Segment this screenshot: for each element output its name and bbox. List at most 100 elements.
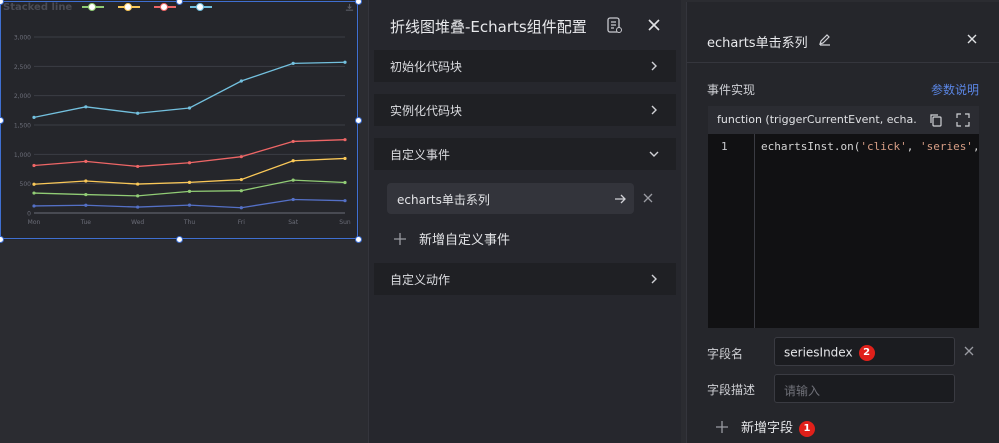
editor-toolbar: function (triggerCurrentEvent, echa... [708,106,979,134]
legend-item[interactable] [118,3,140,11]
series-point [136,182,140,186]
series-point [343,156,347,161]
chart-title: Stacked line [3,2,73,13]
x-tick-label: Sat [288,219,298,226]
copy-icon[interactable] [929,113,943,127]
code-string: 'series' [919,140,973,153]
resize-handle[interactable] [355,0,362,5]
code-token: , [973,140,977,153]
section-label: 自定义事件 [390,148,451,162]
series-point [84,159,88,163]
field-name-label: 字段名 [707,347,744,361]
y-tick-label: 1,500 [14,123,31,130]
delete-event-icon[interactable] [641,191,655,205]
chart-legend [82,3,212,11]
code-string: 'click' [860,140,907,153]
close-icon[interactable] [643,14,665,36]
series-point [239,189,243,193]
line-gutter: 1 [708,134,755,328]
add-event-label: 新增自定义事件 [419,233,511,248]
step-badge-2: 2 [858,345,875,361]
series-point [84,179,88,183]
section-custom-actions[interactable]: 自定义动作 [374,263,676,295]
series-point [84,192,88,197]
chevron-right-icon [651,61,657,71]
x-tick-label: Tue [80,219,92,226]
series-point [291,159,295,163]
section-label: 实例化代码块 [390,104,463,118]
series-point [32,182,36,186]
function-signature: function (triggerCurrentEvent, echa... [717,113,917,126]
step-badge-1: 1 [799,420,816,437]
section-init-code[interactable]: 初始化代码块 [374,50,676,82]
x-tick-label: Sun [339,219,351,226]
series-point [136,194,140,198]
field-desc-placeholder: 请输入 [784,384,821,398]
document-icon[interactable] [605,16,623,34]
series-point [32,115,36,119]
resize-handle[interactable] [355,236,362,243]
field-desc-input[interactable]: 请输入 [774,374,955,403]
resize-handle[interactable] [176,236,183,243]
event-impl-label: 事件实现 [707,83,756,97]
param-doc-link[interactable]: 参数说明 [931,81,979,98]
chart-preview[interactable]: 0 500 1,000 1,500 2,000 2,500 3,000 Mon Tue Wed T… [0,0,362,243]
series-point [291,178,295,182]
section-label: 初始化代码块 [390,60,463,74]
series-point [343,60,347,64]
legend-item[interactable] [82,3,104,11]
series-point [239,155,243,159]
section-custom-events[interactable]: 自定义事件 [374,138,676,170]
series-point [136,111,140,115]
arrow-right-icon[interactable] [613,192,627,206]
resize-handle[interactable] [0,236,4,243]
x-tick-label: Fri [238,219,245,226]
series-point [239,177,243,182]
series-point [32,163,36,168]
y-tick-label: 500 [20,181,32,188]
legend-swatch [190,3,212,11]
edit-icon[interactable] [818,32,832,46]
field-desc-label: 字段描述 [707,383,756,397]
series-point [343,180,347,185]
series-point [291,139,295,144]
series-point [343,138,347,142]
section-instance-code[interactable]: 实例化代码块 [374,94,676,126]
series-point [187,106,192,110]
add-custom-event-button[interactable]: 新增自定义事件 [393,229,510,248]
add-field-button[interactable]: 新增字段 1 [715,417,816,437]
custom-event-item[interactable]: echarts单击系列 [387,183,634,214]
series-point [239,206,243,210]
code-token: echartsInst.on( [761,140,861,153]
field-name-input[interactable]: seriesIndex 2 [774,337,955,366]
x-tick-label: Mon [28,219,41,226]
close-icon[interactable] [964,31,980,47]
legend-item[interactable] [190,3,212,11]
x-tick-label: Thu [183,219,195,226]
resize-handle[interactable] [355,117,362,124]
event-detail-panel: echarts单击系列 事件实现 参数说明 function (triggerC… [686,2,999,443]
series-point [32,204,36,208]
series-point [343,199,347,203]
legend-item[interactable] [154,3,176,11]
legend-swatch [154,3,176,11]
component-config-panel: 折线图堆叠-Echarts组件配置 初始化代码块 实例化代码块 自定义事件 ec… [368,0,681,443]
y-tick-label: 2,500 [14,64,31,71]
series-point [291,197,295,202]
download-icon[interactable] [345,3,354,15]
line-number: 1 [721,140,728,153]
fullscreen-icon[interactable] [956,113,970,127]
field-name-value: seriesIndex 2 [784,345,875,361]
series-point [136,164,140,169]
panel-title: 折线图堆叠-Echarts组件配置 [390,18,587,36]
config-header: 折线图堆叠-Echarts组件配置 [369,0,681,50]
series-point [84,203,88,207]
code-line[interactable]: echartsInst.on('click', 'series', [761,140,977,153]
legend-swatch [118,3,140,11]
series-point [187,161,192,165]
code-editor[interactable]: function (triggerCurrentEvent, echa... 1… [708,106,979,328]
series-point [187,189,192,194]
event-title: echarts单击系列 [707,36,808,51]
series-point [187,180,192,184]
delete-field-icon[interactable] [962,344,976,358]
